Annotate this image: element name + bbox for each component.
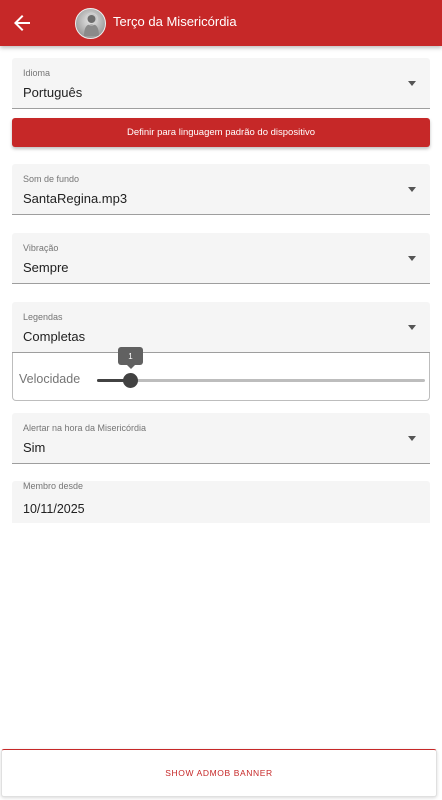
speed-slider-track[interactable] [97,379,425,382]
subtitles-label: Legendas [23,312,63,322]
mercy-hour-alert-value: Sim [23,440,46,455]
app-title: Terço da Misericórdia [113,14,237,29]
background-sound-value: SantaRegina.mp3 [23,191,128,206]
dropdown-arrow-icon [408,325,416,330]
member-since-value: 10/11/2025 [23,502,85,516]
dropdown-arrow-icon [408,187,416,192]
dropdown-arrow-icon [408,436,416,441]
speed-label: Velocidade [19,372,81,386]
background-sound-select[interactable]: Som de fundo SantaRegina.mp3 [12,164,430,215]
vibration-select[interactable]: Vibração Sempre [12,233,430,284]
mercy-hour-alert-label: Alertar na hora da Misericórdia [23,423,147,433]
subtitles-value: Completas [23,329,86,344]
dropdown-arrow-icon [408,81,416,86]
language-label: Idioma [23,68,51,78]
mercy-hour-alert-select[interactable]: Alertar na hora da Misericórdia Sim [12,413,430,464]
back-arrow-icon[interactable] [10,11,34,35]
speed-control: Velocidade 1 [12,347,430,401]
member-since-field: Membro desde 10/11/2025 [12,481,430,523]
vibration-value: Sempre [23,260,69,275]
app-bar: Terço da Misericórdia [0,0,442,46]
speed-slider-thumb[interactable] [123,373,138,388]
language-select[interactable]: Idioma Português [12,58,430,109]
member-since-label: Membro desde [23,481,84,491]
background-sound-label: Som de fundo [23,174,80,184]
dropdown-arrow-icon [408,256,416,261]
show-admob-banner-button[interactable]: SHOW ADMOB BANNER [1,749,437,797]
default-language-button[interactable]: Definir para linguagem padrão do disposi… [12,118,430,147]
speed-value-tooltip: 1 [118,347,143,369]
language-value: Português [23,85,83,100]
app-logo-icon [75,8,106,39]
vibration-label: Vibração [23,243,59,253]
subtitles-select[interactable]: Legendas Completas [12,302,430,353]
